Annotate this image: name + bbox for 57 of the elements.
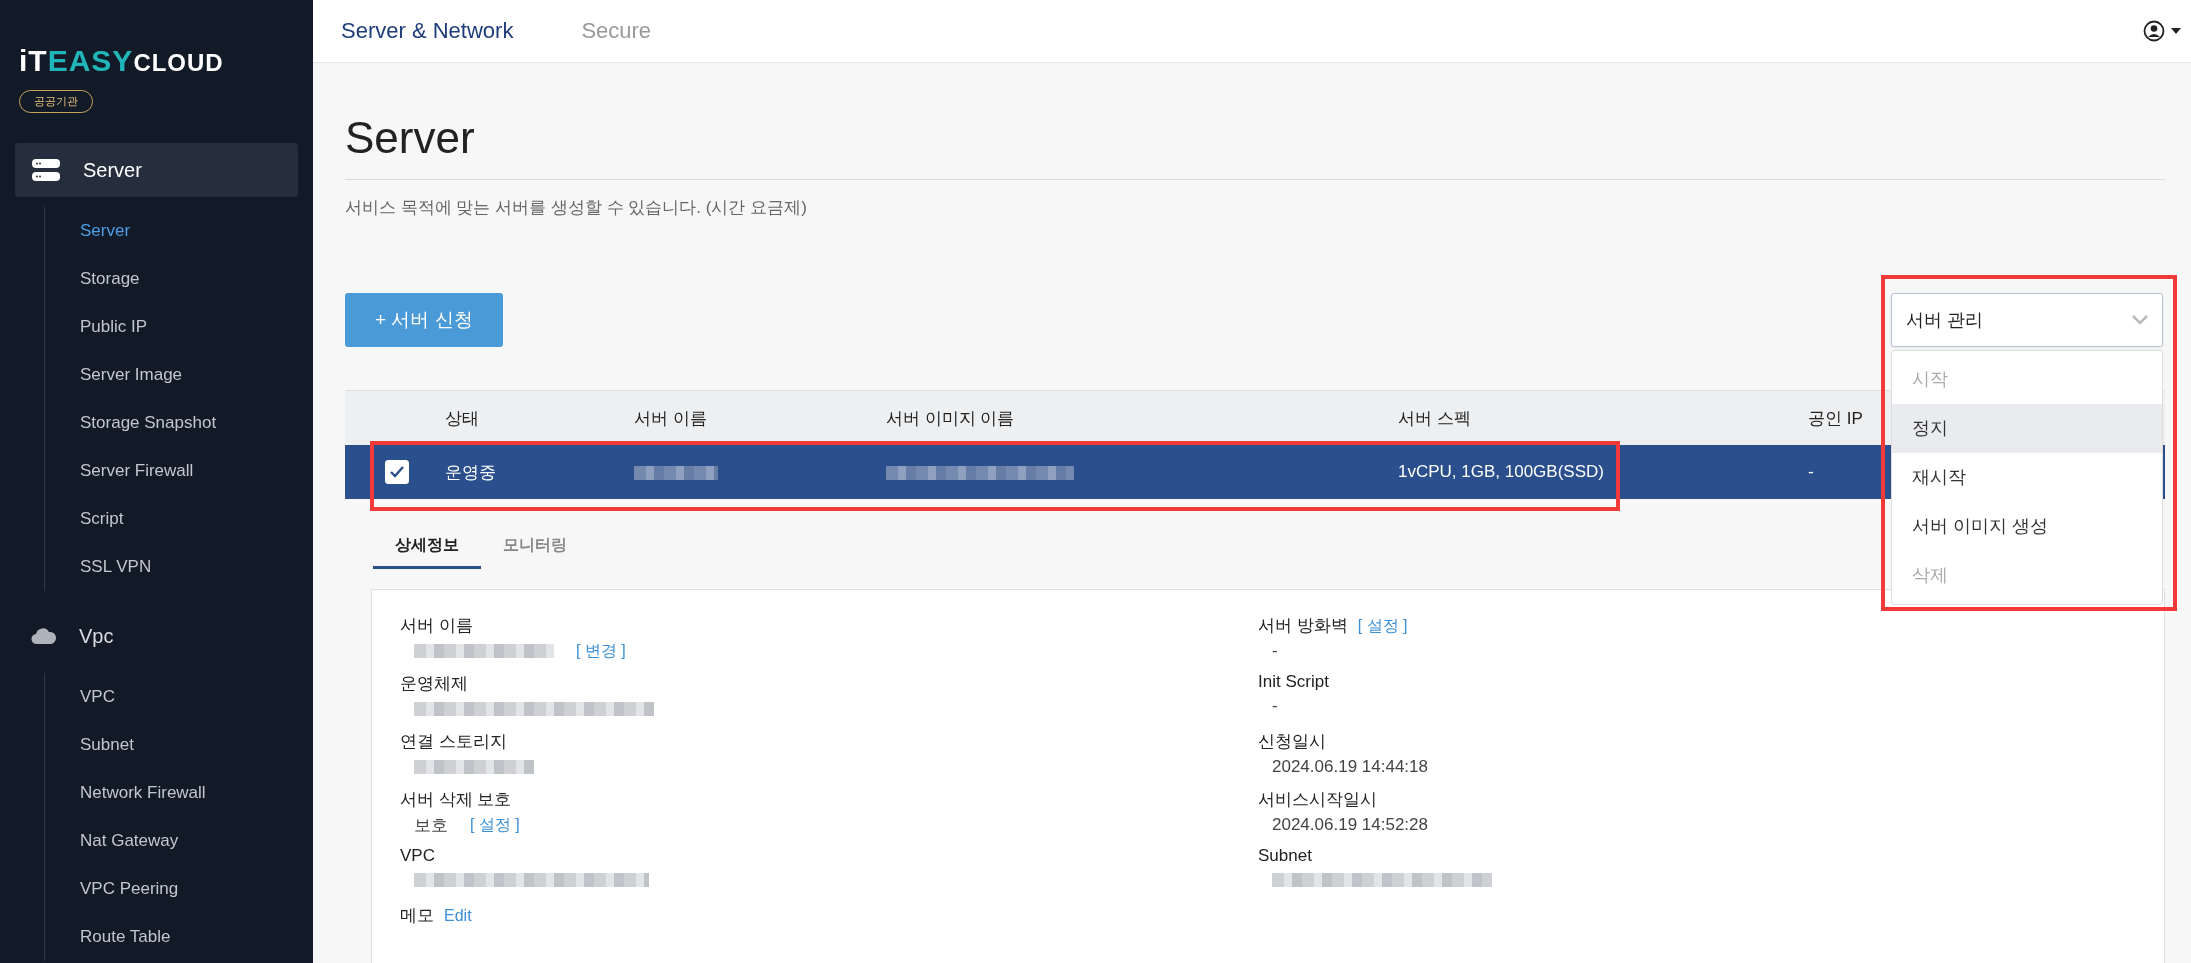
field-label: 서버 삭제 보호	[400, 789, 512, 811]
cloud-icon	[31, 627, 57, 645]
sidebar-group[interactable]: Server	[15, 143, 298, 197]
edit-link[interactable]: Edit	[444, 907, 472, 925]
field-label: 신청일시	[1258, 731, 1326, 753]
sidebar-item[interactable]: VPC	[80, 673, 298, 721]
field-value: 2024.06.19 14:52:28	[1272, 815, 1428, 835]
page-description: 서비스 목적에 맞는 서버를 생성할 수 있습니다. (시간 요금제)	[345, 197, 808, 219]
sidebar-item[interactable]: Storage	[80, 255, 298, 303]
field-label: 서비스시작일시	[1258, 789, 1377, 811]
menu-option[interactable]: 재시작	[1892, 453, 2162, 502]
server-manage-dropdown[interactable]: 서버 관리	[1891, 293, 2163, 347]
ip-cell-text: -	[1808, 462, 1815, 482]
sidebar-item[interactable]: Subnet	[80, 721, 298, 769]
sidebar-item[interactable]: SSL VPN	[80, 543, 298, 591]
sidebar-item[interactable]: Script	[80, 495, 298, 543]
sidebar-item[interactable]: Public IP	[80, 303, 298, 351]
server-icon	[31, 158, 61, 182]
top-nav-tab[interactable]: Server & Network	[341, 18, 514, 44]
sidebar-item[interactable]: Server Firewall	[80, 447, 298, 495]
sidebar-item[interactable]: Nat Gateway	[80, 817, 298, 865]
column-header: 서버 이미지 이름	[886, 407, 1016, 430]
field-label: 메모	[400, 905, 434, 927]
sidebar-item[interactable]: Server Image	[80, 351, 298, 399]
menu-option[interactable]: 서버 이미지 생성	[1892, 502, 2162, 551]
field-value: 보호	[414, 814, 448, 837]
field-value: -	[1272, 696, 1278, 716]
field-label: 연결 스토리지	[400, 731, 507, 753]
chevron-icon	[2132, 315, 2148, 325]
menu-option[interactable]: 정지	[1892, 404, 2162, 453]
sidebar-item[interactable]: Storage Snapshot	[80, 399, 298, 447]
user-icon[interactable]	[2143, 20, 2165, 42]
page-title: Server	[345, 113, 476, 164]
field-label: Subnet	[1258, 846, 1312, 866]
logo: iTEASYCLOUD	[19, 44, 224, 78]
sidebar-group[interactable]: Vpc	[15, 609, 298, 663]
column-header: 상태	[445, 407, 480, 430]
checkbox[interactable]	[385, 460, 409, 484]
field-label: VPC	[400, 846, 435, 866]
field-label: 운영체제	[400, 673, 468, 695]
sidebar-item[interactable]: Route Table	[80, 913, 298, 961]
sidebar-item[interactable]: Network Firewall	[80, 769, 298, 817]
status-cell-text: 운영중	[445, 461, 497, 484]
field-value: -	[1272, 641, 1278, 661]
sidebar-item[interactable]: VPC Peering	[80, 865, 298, 913]
column-header: 공인 IP	[1808, 407, 1864, 430]
sidebar-item[interactable]: Server	[80, 207, 298, 255]
field-label: 서버 이름	[400, 615, 473, 637]
spec-cell-text: 1vCPU, 1GB, 100GB(SSD)	[1398, 462, 1605, 482]
column-header: 서버 스펙	[1398, 407, 1472, 430]
column-header: 서버 이름	[634, 407, 708, 430]
detail-tab[interactable]: 상세정보	[373, 535, 481, 569]
field-label: 서버 방화벽	[1258, 615, 1348, 637]
checkmark-icon	[390, 466, 404, 478]
field-value: 2024.06.19 14:44:18	[1272, 757, 1428, 777]
field-label: Init Script	[1258, 672, 1329, 692]
caret-icon[interactable]	[2171, 28, 2181, 34]
